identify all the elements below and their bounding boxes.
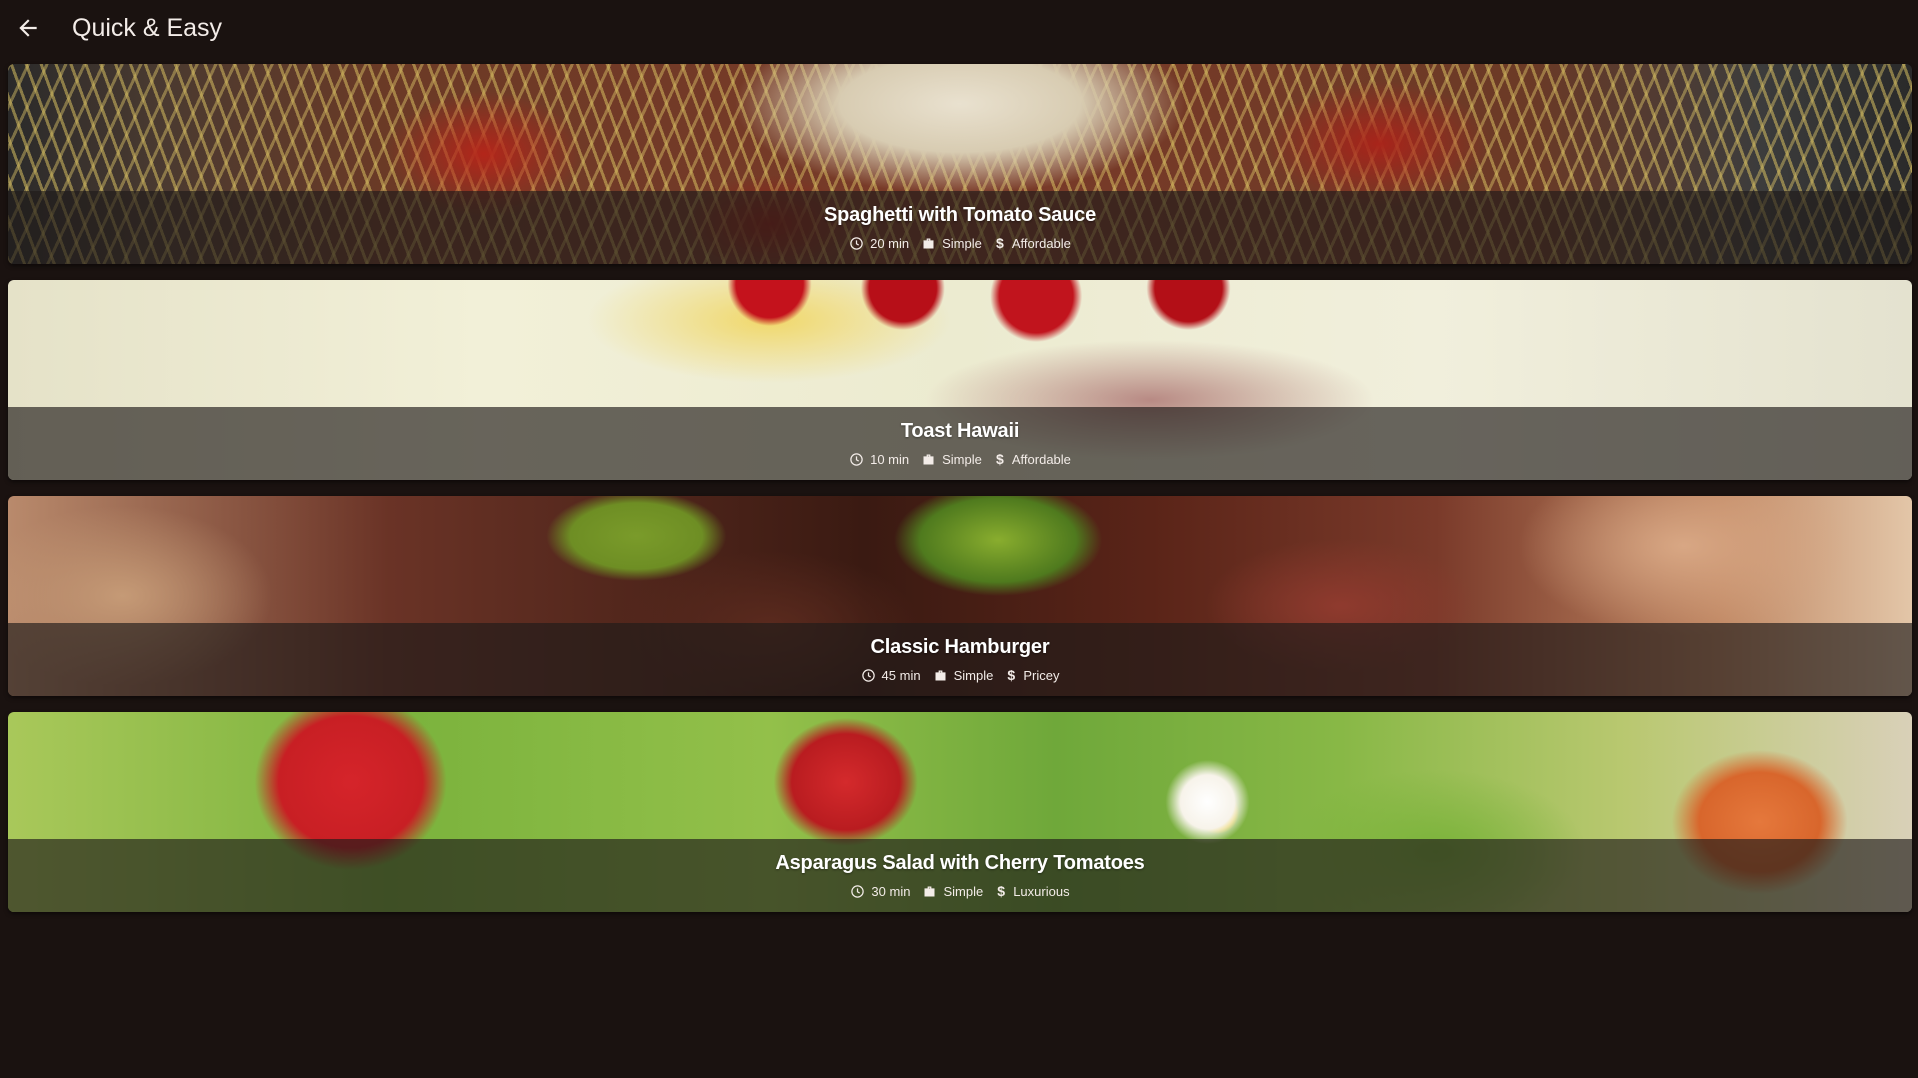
- meal-card-classic-hamburger[interactable]: Classic Hamburger 45 min Simple $ Pricey: [8, 496, 1912, 696]
- meal-title: Spaghetti with Tomato Sauce: [823, 204, 1097, 226]
- meal-affordability: $ Luxurious: [995, 883, 1069, 899]
- meal-complexity: Simple: [921, 236, 982, 251]
- meal-affordability-label: Luxurious: [1013, 883, 1070, 899]
- meal-card-toast-hawaii[interactable]: Toast Hawaii 10 min Simple $ Affordable: [8, 280, 1912, 480]
- meal-info-overlay: Spaghetti with Tomato Sauce 20 min Simpl…: [8, 191, 1912, 264]
- meal-meta-row: 10 min Simple $ Affordable: [849, 451, 1071, 467]
- meal-affordability-label: Affordable: [1011, 451, 1071, 467]
- meal-title: Asparagus Salad with Cherry Tomatoes: [775, 852, 1145, 874]
- meal-complexity: Simple: [921, 452, 982, 467]
- meal-affordability: $ Affordable: [994, 451, 1071, 467]
- meal-title: Toast Hawaii: [900, 420, 1020, 442]
- work-icon: [923, 238, 934, 248]
- meal-duration: 30 min: [850, 884, 910, 899]
- meal-duration-label: 45 min: [881, 667, 921, 683]
- meal-duration-label: 20 min: [870, 235, 910, 251]
- meal-affordability-label: Pricey: [1023, 667, 1060, 683]
- meal-list: Spaghetti with Tomato Sauce 20 min Simpl…: [8, 64, 1912, 928]
- meal-info-overlay: Toast Hawaii 10 min Simple $ Affordable: [8, 407, 1912, 480]
- schedule-icon: [850, 236, 863, 250]
- meal-info-overlay: Asparagus Salad with Cherry Tomatoes 30 …: [8, 839, 1912, 912]
- meal-duration: 45 min: [861, 668, 921, 683]
- attach-money-icon: $: [995, 235, 1004, 251]
- attach-money-icon: $: [995, 451, 1004, 467]
- meal-complexity-label: Simple: [953, 667, 994, 683]
- schedule-icon: [851, 884, 865, 898]
- attach-money-icon: $: [997, 883, 1006, 899]
- work-icon: [923, 454, 934, 464]
- meal-affordability-label: Affordable: [1011, 235, 1071, 251]
- meal-complexity-label: Simple: [943, 883, 984, 899]
- meal-meta-row: 45 min Simple $ Pricey: [861, 667, 1059, 683]
- meal-meta-row: 20 min Simple $ Affordable: [849, 235, 1071, 251]
- meal-card-asparagus-salad[interactable]: Asparagus Salad with Cherry Tomatoes 30 …: [8, 712, 1912, 912]
- meal-complexity: Simple: [933, 667, 994, 683]
- meal-duration: 20 min: [849, 236, 909, 251]
- meal-card-spaghetti[interactable]: Spaghetti with Tomato Sauce 20 min Simpl…: [8, 64, 1912, 264]
- schedule-icon: [850, 452, 863, 466]
- work-icon: [935, 670, 946, 680]
- meal-complexity-label: Simple: [942, 451, 982, 467]
- meal-duration-label: 10 min: [870, 451, 910, 467]
- app-bar: Quick & Easy: [0, 0, 1918, 56]
- meal-complexity-label: Simple: [942, 235, 982, 251]
- meal-info-overlay: Classic Hamburger 45 min Simple $ Pricey: [8, 623, 1912, 696]
- arrow-back-icon: [19, 19, 37, 37]
- meal-title: Classic Hamburger: [870, 636, 1050, 658]
- meal-affordability: $ Affordable: [994, 235, 1071, 251]
- schedule-icon: [861, 668, 875, 682]
- meal-meta-row: 30 min Simple $ Luxurious: [850, 883, 1070, 899]
- meal-complexity: Simple: [922, 884, 983, 899]
- meal-affordability: $ Pricey: [1005, 667, 1059, 683]
- meal-duration-label: 30 min: [871, 883, 911, 899]
- work-icon: [924, 886, 935, 896]
- attach-money-icon: $: [1007, 667, 1016, 683]
- meal-duration: 10 min: [849, 452, 909, 467]
- back-button[interactable]: [0, 0, 56, 56]
- page-title: Quick & Easy: [72, 13, 223, 42]
